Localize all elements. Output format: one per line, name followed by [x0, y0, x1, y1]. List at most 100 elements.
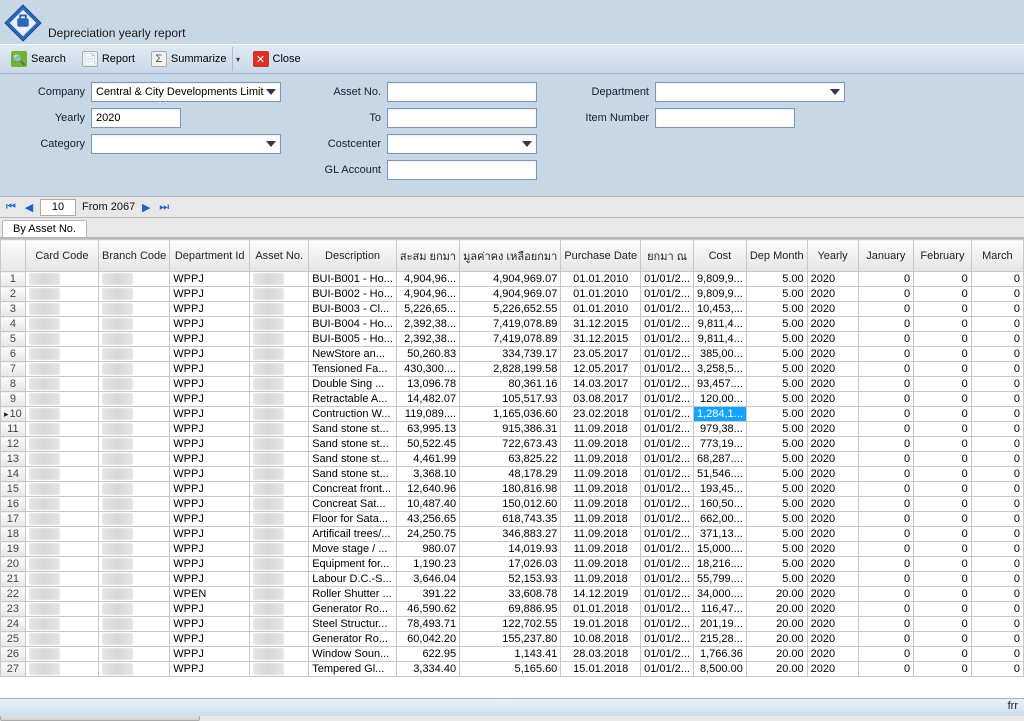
- cell[interactable]: 120,00...: [693, 392, 746, 407]
- cell[interactable]: 01/01/2...: [641, 572, 694, 587]
- cell[interactable]: 0: [914, 317, 972, 332]
- cell[interactable]: 5.00: [746, 497, 807, 512]
- cell[interactable]: 7,419,078.89: [460, 332, 561, 347]
- row-number[interactable]: 2: [1, 287, 26, 302]
- cell[interactable]: ████: [25, 302, 98, 317]
- table-row[interactable]: 20████████WPPJ████Equipment for...1,190.…: [1, 557, 1024, 572]
- cell[interactable]: Sand stone st...: [309, 437, 397, 452]
- cell[interactable]: 2020: [807, 407, 858, 422]
- column-header[interactable]: January: [858, 240, 914, 272]
- cell[interactable]: 0: [914, 302, 972, 317]
- cell[interactable]: ████: [99, 602, 170, 617]
- cell[interactable]: 2020: [807, 422, 858, 437]
- cell[interactable]: WPPJ: [170, 647, 250, 662]
- cell[interactable]: 01.01.2010: [561, 287, 641, 302]
- close-button[interactable]: ✕ Close: [246, 47, 308, 71]
- assetno-input[interactable]: [387, 82, 537, 102]
- column-header[interactable]: Department Id: [170, 240, 250, 272]
- table-row[interactable]: 17████████WPPJ████Floor for Sata...43,25…: [1, 512, 1024, 527]
- cell[interactable]: 5.00: [746, 362, 807, 377]
- cell[interactable]: 0: [971, 362, 1023, 377]
- cell[interactable]: ████: [250, 647, 309, 662]
- cell[interactable]: 0: [914, 617, 972, 632]
- cell[interactable]: 2020: [807, 512, 858, 527]
- cell[interactable]: 43,256.65: [396, 512, 459, 527]
- cell[interactable]: 0: [858, 617, 914, 632]
- cell[interactable]: 14,019.93: [460, 542, 561, 557]
- cell[interactable]: 9,811,4...: [693, 317, 746, 332]
- cell[interactable]: 2020: [807, 272, 858, 287]
- cell[interactable]: ████: [250, 317, 309, 332]
- cell[interactable]: ████: [25, 617, 98, 632]
- cell[interactable]: 5.00: [746, 572, 807, 587]
- cell[interactable]: 0: [971, 647, 1023, 662]
- row-number[interactable]: 15: [1, 482, 26, 497]
- cell[interactable]: 0: [858, 347, 914, 362]
- cell[interactable]: 2020: [807, 362, 858, 377]
- cell[interactable]: 346,883.27: [460, 527, 561, 542]
- cell[interactable]: BUI-B002 - Ho...: [309, 287, 397, 302]
- cell[interactable]: 0: [914, 632, 972, 647]
- cell[interactable]: ████: [25, 647, 98, 662]
- table-row[interactable]: 14████████WPPJ████Sand stone st...3,368.…: [1, 467, 1024, 482]
- cell[interactable]: WPPJ: [170, 557, 250, 572]
- cell[interactable]: ████: [25, 632, 98, 647]
- cell[interactable]: 2020: [807, 482, 858, 497]
- cell[interactable]: Move stage / ...: [309, 542, 397, 557]
- row-number[interactable]: 21: [1, 572, 26, 587]
- cell[interactable]: 13,096.78: [396, 377, 459, 392]
- cell[interactable]: ████: [25, 287, 98, 302]
- cell[interactable]: WPPJ: [170, 602, 250, 617]
- pager-first-icon[interactable]: ⏮: [4, 200, 18, 214]
- cell[interactable]: 0: [858, 392, 914, 407]
- cell[interactable]: 80,361.16: [460, 377, 561, 392]
- cell[interactable]: 160,50...: [693, 497, 746, 512]
- cell[interactable]: 3,258,5...: [693, 362, 746, 377]
- row-number[interactable]: 12: [1, 437, 26, 452]
- cell[interactable]: 0: [971, 497, 1023, 512]
- cell[interactable]: 18,216....: [693, 557, 746, 572]
- cell[interactable]: 11.09.2018: [561, 452, 641, 467]
- cell[interactable]: 01/01/2...: [641, 437, 694, 452]
- cell[interactable]: ████: [99, 452, 170, 467]
- cell[interactable]: 5.00: [746, 557, 807, 572]
- column-header[interactable]: Cost: [693, 240, 746, 272]
- cell[interactable]: ████: [25, 272, 98, 287]
- cell[interactable]: Generator Ro...: [309, 632, 397, 647]
- cell[interactable]: 60,042.20: [396, 632, 459, 647]
- cell[interactable]: ████: [250, 287, 309, 302]
- cell[interactable]: ████: [250, 392, 309, 407]
- cell[interactable]: Equipment for...: [309, 557, 397, 572]
- cell[interactable]: 0: [914, 497, 972, 512]
- data-grid[interactable]: Card CodeBranch CodeDepartment IdAsset N…: [0, 238, 1024, 706]
- cell[interactable]: 4,904,969.07: [460, 272, 561, 287]
- cell[interactable]: 19.01.2018: [561, 617, 641, 632]
- cell[interactable]: 193,45...: [693, 482, 746, 497]
- cell[interactable]: 0: [914, 602, 972, 617]
- cell[interactable]: 51,546....: [693, 467, 746, 482]
- cell[interactable]: 334,739.17: [460, 347, 561, 362]
- cell[interactable]: 2020: [807, 557, 858, 572]
- cell[interactable]: WPEN: [170, 587, 250, 602]
- cell[interactable]: ████: [250, 542, 309, 557]
- cell[interactable]: Sand stone st...: [309, 467, 397, 482]
- cell[interactable]: Sand stone st...: [309, 452, 397, 467]
- cell[interactable]: 01/01/2...: [641, 647, 694, 662]
- cell[interactable]: 0: [914, 347, 972, 362]
- cell[interactable]: Concreat front...: [309, 482, 397, 497]
- cell[interactable]: 0: [914, 527, 972, 542]
- cell[interactable]: 01/01/2...: [641, 467, 694, 482]
- cell[interactable]: 618,743.35: [460, 512, 561, 527]
- cell[interactable]: 01/01/2...: [641, 407, 694, 422]
- row-number[interactable]: 13: [1, 452, 26, 467]
- cell[interactable]: 0: [858, 512, 914, 527]
- cell[interactable]: 201,19...: [693, 617, 746, 632]
- cell[interactable]: 1,766.36: [693, 647, 746, 662]
- row-number[interactable]: 5: [1, 332, 26, 347]
- cell[interactable]: 0: [858, 287, 914, 302]
- glaccount-input[interactable]: [387, 160, 537, 180]
- cell[interactable]: 01/01/2...: [641, 377, 694, 392]
- cell[interactable]: Window Soun...: [309, 647, 397, 662]
- cell[interactable]: 01/01/2...: [641, 542, 694, 557]
- cell[interactable]: 622.95: [396, 647, 459, 662]
